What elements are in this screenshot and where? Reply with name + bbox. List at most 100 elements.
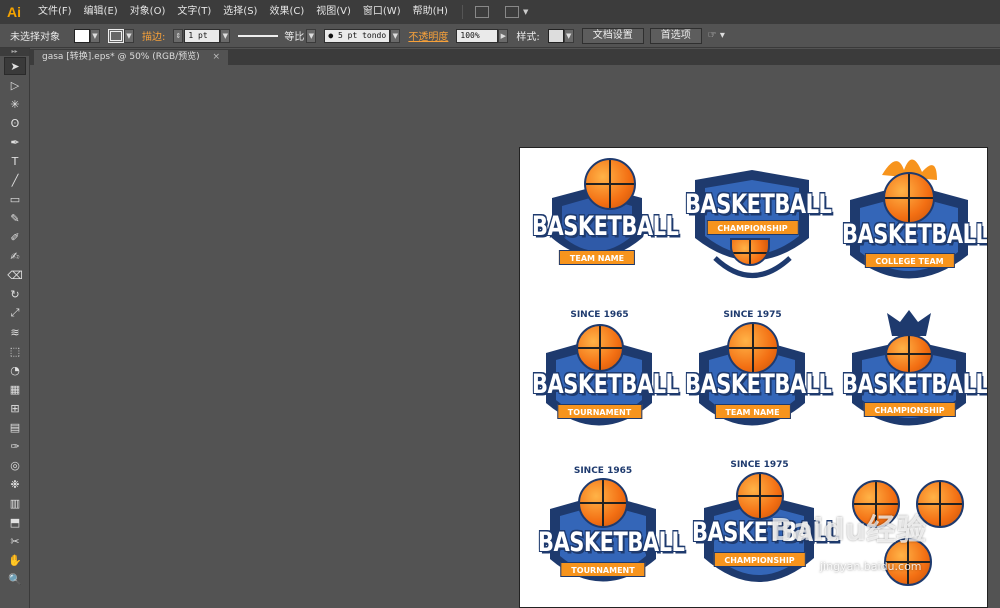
tools-panel-collapse-icon[interactable]: ▸▸ (0, 48, 29, 56)
stroke-stepper-icon[interactable]: ⇕ (173, 28, 184, 43)
basketball-icon (727, 322, 779, 374)
stroke-weight-field[interactable]: 1 pt (184, 28, 221, 43)
stroke-dropdown-icon[interactable]: ▼ (124, 28, 134, 43)
badge-title: BASKETBALL (532, 211, 679, 241)
type-tool-icon[interactable]: T (4, 152, 26, 170)
badge-ribbon: CHAMPIONSHIP (863, 402, 956, 417)
basketball-icon (883, 172, 935, 224)
bridge-icon[interactable] (474, 6, 489, 18)
badge-1[interactable]: BASKETBALL TEAM NAME (532, 158, 679, 283)
badge-6[interactable]: BASKETBALL CHAMPIONSHIP (842, 308, 988, 448)
badge-title: BASKETBALL (842, 219, 988, 249)
badge-7[interactable]: SINCE 1965 BASKETBALL TOURNAMENT (538, 464, 685, 604)
menu-effect[interactable]: 效果(C) (263, 0, 310, 24)
badge-ribbon: COLLEGE TEAM (864, 253, 955, 268)
menu-divider (461, 5, 463, 19)
blend-tool-icon[interactable]: ◎ (4, 456, 26, 474)
menu-help[interactable]: 帮助(H) (407, 0, 454, 24)
menu-view[interactable]: 视图(V) (310, 0, 357, 24)
badge-arc-text: SINCE 1975 (730, 460, 789, 470)
control-bar: 未选择对象 ▼ ▼ 描边: ⇕ 1 pt ▼ 等比 ▼ ● 5 pt tondo… (0, 24, 1000, 48)
panel-menu-icon[interactable]: ☞ ▾ (708, 30, 725, 41)
menu-file[interactable]: 文件(F) (32, 0, 78, 24)
badge-ribbon: TEAM NAME (714, 404, 791, 419)
badge-ribbon: TEAM NAME (558, 250, 636, 265)
close-icon[interactable]: × (213, 52, 221, 62)
selection-tool-icon[interactable]: ➤ (4, 57, 26, 75)
basketball-icon (576, 324, 624, 372)
tools-panel: ▸▸ ➤ ▷ ✳ ʘ ✒ T ╱ ▭ ✎ ✐ ✍ ⌫ ↻ ⤢ ≋ ⬚ ◔ ▦ ⊞ ▤ ✑ ◎ ❉ ▥ ⬒ ✂ ✋ 🔍 (0, 48, 30, 608)
stroke-profile-dropdown-icon[interactable]: ▼ (306, 28, 317, 43)
menu-object[interactable]: 对象(O) (124, 0, 172, 24)
eyedropper-tool-icon[interactable]: ✑ (4, 437, 26, 455)
magic-wand-tool-icon[interactable]: ✳ (4, 95, 26, 113)
badge-arc-text: SINCE 1965 (573, 466, 633, 476)
chevron-down-icon[interactable]: ▼ (523, 8, 528, 16)
preferences-button[interactable]: 首选项 (649, 27, 702, 44)
basketball-icon (885, 334, 933, 374)
badge-3[interactable]: BASKETBALL COLLEGE TEAM (842, 150, 988, 295)
badge-4[interactable]: SINCE 1965 BASKETBALL TOURNAMENT (532, 308, 679, 448)
paintbrush-tool-icon[interactable]: ✎ (4, 209, 26, 227)
style-label: 样式: (516, 32, 540, 43)
opacity-dropdown-icon[interactable]: ▶ (498, 28, 509, 43)
brush-label: 5 pt tondo (338, 30, 387, 40)
badge-ribbon: CHAMPIONSHIP (713, 552, 806, 567)
fill-dropdown-icon[interactable]: ▼ (90, 28, 100, 43)
badge-5[interactable]: SINCE 1975 BASKETBALL TEAM NAME (685, 308, 832, 448)
badge-ribbon: TOURNAMENT (560, 562, 646, 577)
menu-type[interactable]: 文字(T) (171, 0, 217, 24)
graphic-style-dropdown-icon[interactable]: ▼ (563, 28, 574, 43)
mesh-tool-icon[interactable]: ⊞ (4, 399, 26, 417)
menu-select[interactable]: 选择(S) (217, 0, 263, 24)
symbol-sprayer-tool-icon[interactable]: ❉ (4, 475, 26, 493)
column-graph-tool-icon[interactable]: ▥ (4, 494, 26, 512)
opacity-label[interactable]: 不透明度 (408, 28, 448, 43)
slice-tool-icon[interactable]: ✂ (4, 532, 26, 550)
baidu-watermark-url: jingyan.baidu.com (820, 560, 922, 573)
stroke-weight-dropdown-icon[interactable]: ▼ (220, 28, 231, 43)
arrange-documents-icon[interactable] (504, 6, 519, 18)
selection-status: 未选择对象 (10, 32, 60, 43)
document-setup-button[interactable]: 文档设置 (581, 27, 644, 44)
rectangle-tool-icon[interactable]: ▭ (4, 190, 26, 208)
brush-field[interactable]: ● 5 pt tondo (324, 28, 391, 43)
free-transform-tool-icon[interactable]: ⬚ (4, 342, 26, 360)
scale-tool-icon[interactable]: ⤢ (4, 304, 26, 322)
shape-builder-tool-icon[interactable]: ◔ (4, 361, 26, 379)
badge-title: BASKETBALL (685, 369, 832, 399)
badge-2[interactable]: BASKETBALL CHAMPIONSHIP (685, 158, 832, 293)
zoom-tool-icon[interactable]: 🔍 (4, 570, 26, 588)
width-tool-icon[interactable]: ≋ (4, 323, 26, 341)
menu-edit[interactable]: 编辑(E) (78, 0, 124, 24)
pen-tool-icon[interactable]: ✒ (4, 133, 26, 151)
app-logo: Ai (2, 1, 26, 23)
stroke-swatch[interactable] (108, 28, 124, 43)
rotate-tool-icon[interactable]: ↻ (4, 285, 26, 303)
direct-selection-tool-icon[interactable]: ▷ (4, 76, 26, 94)
opacity-field[interactable]: 100% (456, 28, 499, 43)
badge-title: BASKETBALL (842, 369, 988, 399)
fill-swatch[interactable] (74, 28, 90, 43)
stroke-profile-preview[interactable] (238, 34, 279, 37)
line-tool-icon[interactable]: ╱ (4, 171, 26, 189)
blob-brush-tool-icon[interactable]: ✍ (4, 247, 26, 265)
pencil-tool-icon[interactable]: ✐ (4, 228, 26, 246)
document-tab[interactable]: gasa [转换].eps* @ 50% (RGB/预览) × (34, 50, 229, 65)
badge-title: BASKETBALL (532, 369, 679, 399)
hand-tool-icon[interactable]: ✋ (4, 551, 26, 569)
gradient-tool-icon[interactable]: ▤ (4, 418, 26, 436)
badge-title: BASKETBALL (538, 527, 685, 557)
menu-window[interactable]: 窗口(W) (357, 0, 407, 24)
lasso-tool-icon[interactable]: ʘ (4, 114, 26, 132)
stroke-label[interactable]: 描边: (142, 28, 165, 43)
menu-bar: Ai 文件(F) 编辑(E) 对象(O) 文字(T) 选择(S) 效果(C) 视… (0, 0, 1000, 24)
eraser-tool-icon[interactable]: ⌫ (4, 266, 26, 284)
stroke-profile-label[interactable]: 等比 (284, 28, 304, 43)
artboard-tool-icon[interactable]: ⬒ (4, 513, 26, 531)
brush-dropdown-icon[interactable]: ▼ (390, 28, 401, 43)
badge-ribbon: CHAMPIONSHIP (706, 220, 799, 235)
graphic-style-swatch[interactable] (547, 28, 564, 43)
basketball-icon (578, 478, 628, 528)
perspective-grid-tool-icon[interactable]: ▦ (4, 380, 26, 398)
